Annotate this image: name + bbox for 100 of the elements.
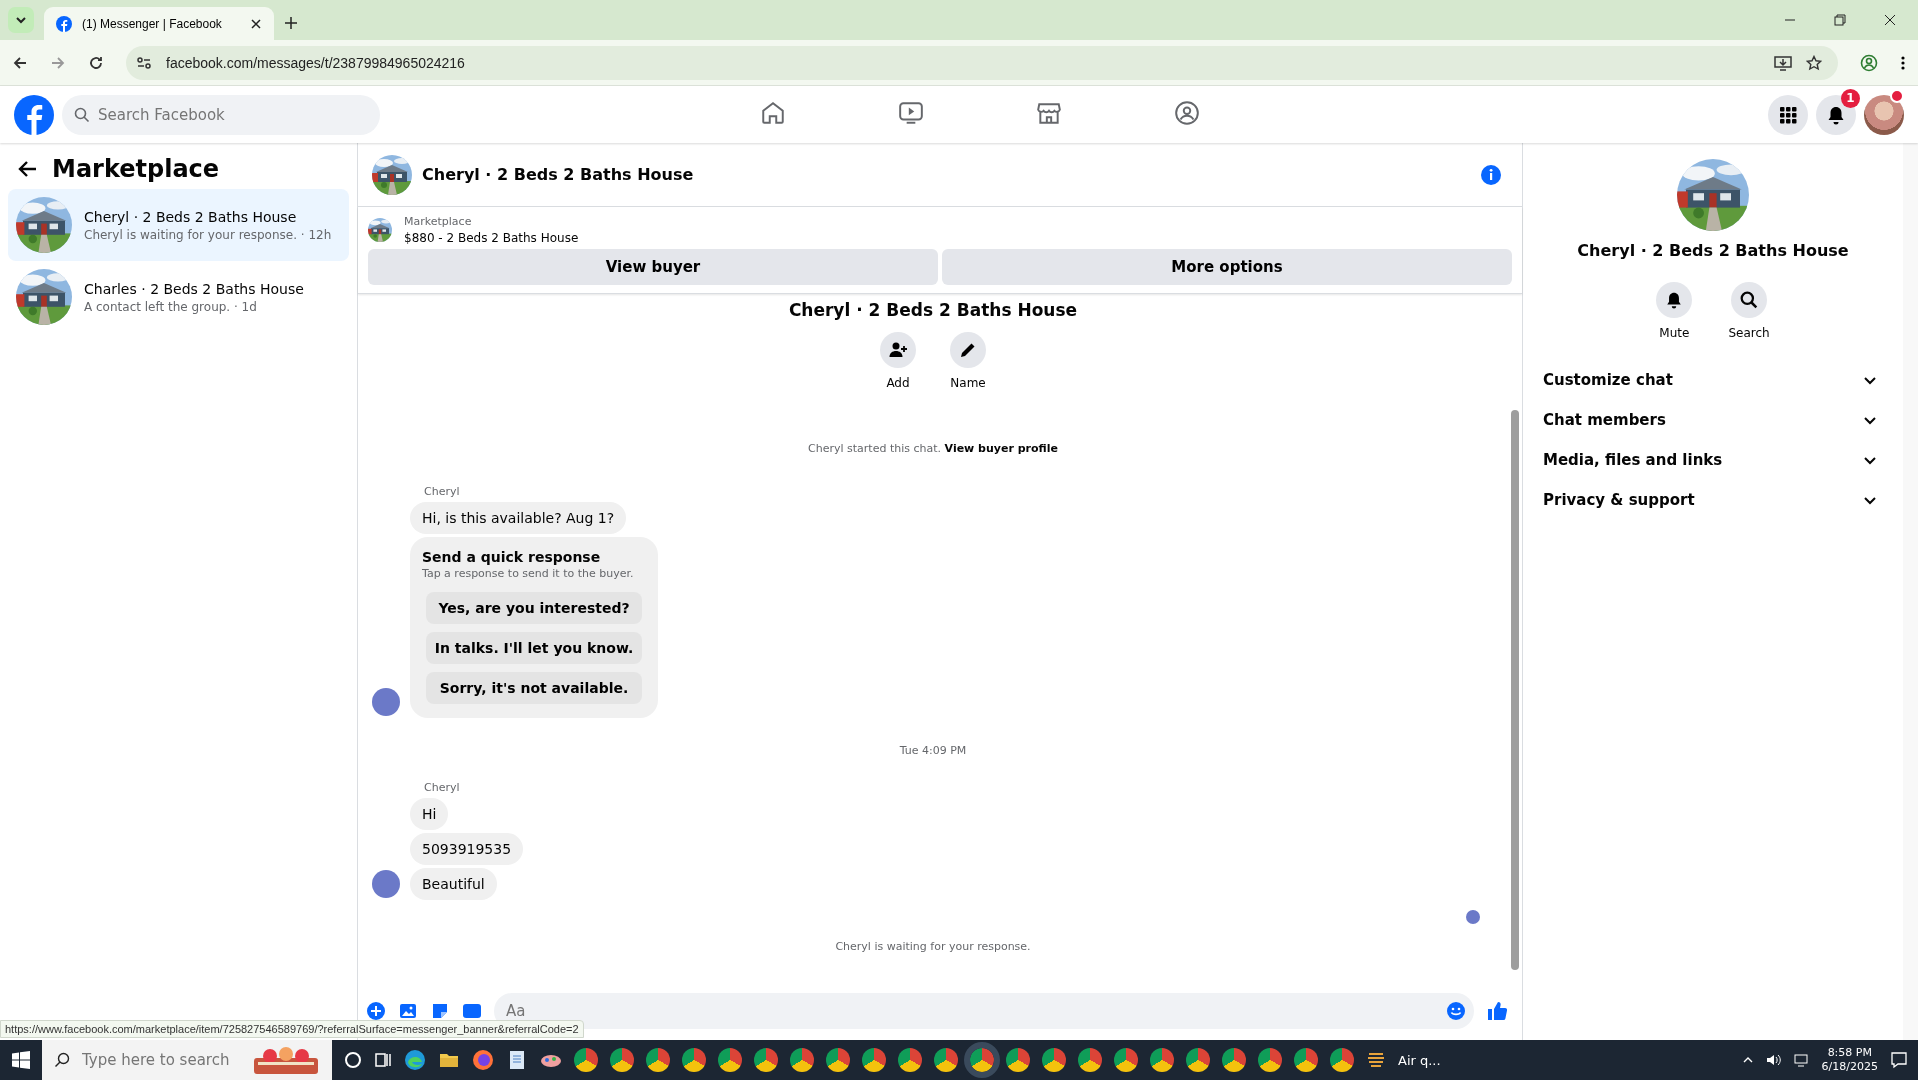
chrome-icon[interactable] <box>754 1048 778 1072</box>
chrome-icon[interactable] <box>1078 1048 1102 1072</box>
info-section[interactable]: Media, files and links <box>1539 440 1887 480</box>
account-avatar[interactable] <box>1864 94 1904 135</box>
quick-response-button[interactable]: In talks. I'll let you know. <box>426 632 642 664</box>
menu-button[interactable] <box>1768 94 1808 135</box>
sticker-icon[interactable] <box>430 1001 450 1021</box>
facebook-icon <box>56 15 72 32</box>
info-icon[interactable] <box>1480 163 1502 186</box>
store-icon <box>1036 100 1062 126</box>
bell-icon <box>1665 291 1684 309</box>
quick-response-button[interactable]: Yes, are you interested? <box>426 592 642 624</box>
install-icon[interactable] <box>1774 54 1792 71</box>
tab-search-button[interactable] <box>8 7 34 33</box>
speaker-icon[interactable] <box>1765 1052 1782 1068</box>
chrome-icon[interactable] <box>898 1048 922 1072</box>
seen-avatar <box>1466 910 1480 924</box>
sender-avatar <box>372 688 400 716</box>
weather-text[interactable]: Air q... <box>1398 1052 1441 1068</box>
chrome-icon[interactable] <box>1186 1048 1210 1072</box>
sender-name: Cheryl <box>424 485 461 498</box>
plus-icon[interactable] <box>366 1001 386 1021</box>
reload-icon[interactable] <box>88 54 104 71</box>
chrome-icon[interactable] <box>1114 1048 1138 1072</box>
cortana-icon[interactable] <box>344 1051 362 1069</box>
banner-button[interactable]: More options <box>942 249 1512 285</box>
weather-icon[interactable] <box>1366 1050 1386 1070</box>
browser-tab[interactable]: (1) Messenger | Facebook <box>44 7 274 40</box>
search-field[interactable]: Search Facebook <box>62 94 380 135</box>
message-bubble: Hi, is this available? Aug 1? <box>410 502 627 534</box>
firefox-icon[interactable] <box>472 1049 494 1071</box>
chrome-icon[interactable] <box>682 1048 706 1072</box>
chat-started-note: Cheryl started this chat. View buyer profile <box>808 442 1058 455</box>
chat-title: Cheryl · 2 Beds 2 Baths House <box>422 165 694 184</box>
chrome-icon[interactable] <box>790 1048 814 1072</box>
info-section[interactable]: Chat members <box>1539 400 1887 440</box>
chrome-icon[interactable] <box>718 1048 742 1072</box>
chrome-icon[interactable] <box>1330 1048 1354 1072</box>
close-icon[interactable] <box>250 17 262 30</box>
pencil-icon <box>959 341 977 359</box>
chat-intro-title: Cheryl · 2 Beds 2 Baths House <box>788 300 1078 320</box>
chrome-icon[interactable] <box>574 1048 598 1072</box>
message-bubble: Hi <box>410 798 449 830</box>
site-settings-icon[interactable] <box>136 54 152 71</box>
quick-response-button[interactable]: Sorry, it's not available. <box>426 672 642 704</box>
conversation-name: Charles · 2 Beds 2 Baths House <box>84 280 304 297</box>
emoji-icon[interactable] <box>1446 1001 1466 1021</box>
chrome-icon[interactable] <box>1042 1048 1066 1072</box>
info-section[interactable]: Customize chat <box>1539 360 1887 400</box>
chrome-icon[interactable] <box>1258 1048 1282 1072</box>
bell-icon <box>1826 104 1846 125</box>
info-section[interactable]: Privacy & support <box>1539 480 1887 520</box>
conversation-item[interactable]: Cheryl · 2 Beds 2 Baths House Cheryl is waiting for your response. · 12h <box>8 189 349 261</box>
conversation-preview: A contact left the group. · 1d <box>84 299 258 314</box>
edge-icon[interactable] <box>404 1049 426 1071</box>
status-dot <box>1890 88 1904 103</box>
address-bar[interactable]: facebook.com/messages/t/23879984965024216 <box>126 45 1838 80</box>
quick-response-hint: Tap a response to send it to the buyer. <box>422 567 635 580</box>
add-person-icon <box>889 341 907 359</box>
video-icon <box>898 100 924 126</box>
quick-response-title: Send a quick response <box>422 549 602 565</box>
conversation-item[interactable]: Charles · 2 Beds 2 Baths House A contact left the group. · 1d <box>8 261 349 333</box>
chrome-icon[interactable] <box>1294 1048 1318 1072</box>
conversation-preview: Cheryl is waiting for your response. · 12h <box>84 227 332 242</box>
thumbs-up-icon[interactable] <box>1486 1000 1508 1022</box>
profile-icon[interactable] <box>1860 53 1878 72</box>
network-icon[interactable] <box>1793 1052 1810 1068</box>
clock[interactable]: 8:58 PM 6/18/2025 <box>1821 1045 1878 1075</box>
task-view-icon[interactable] <box>374 1051 392 1069</box>
status-url: https://www.facebook.com/marketplace/item/725827546589769/?referralSurface=messenger_banner&referralCode=2 <box>0 1020 584 1038</box>
chrome-icon[interactable] <box>1222 1048 1246 1072</box>
banner-button[interactable]: View buyer <box>368 249 938 285</box>
star-icon[interactable] <box>1806 54 1822 71</box>
back-icon[interactable] <box>18 159 38 179</box>
forward-icon[interactable] <box>50 54 66 71</box>
chrome-icon[interactable] <box>862 1048 886 1072</box>
chrome-icon[interactable] <box>1150 1048 1174 1072</box>
new-tab-icon[interactable] <box>284 16 298 30</box>
groups-icon <box>1174 100 1200 126</box>
windows-icon[interactable] <box>12 1051 30 1069</box>
restore-icon[interactable] <box>1834 14 1846 26</box>
view-buyer-profile-link[interactable]: View buyer profile <box>944 442 1058 455</box>
menu-icon[interactable] <box>1900 54 1906 71</box>
image-icon[interactable] <box>398 1001 418 1021</box>
back-icon[interactable] <box>12 54 28 71</box>
facebook-logo[interactable] <box>14 94 54 135</box>
grid-icon <box>1778 104 1798 125</box>
notification-center-icon[interactable] <box>1890 1051 1908 1069</box>
conversation-name: Cheryl · 2 Beds 2 Baths House <box>84 208 298 225</box>
message-bubble: 5093919535 <box>410 833 524 865</box>
notifications-button[interactable] <box>1816 94 1856 135</box>
chrome-icon[interactable] <box>610 1048 634 1072</box>
search-icon <box>1740 291 1758 309</box>
listing-title: $880 - 2 Beds 2 Baths House <box>404 231 579 245</box>
close-icon[interactable] <box>1884 14 1896 26</box>
chrome-icon[interactable] <box>934 1048 958 1072</box>
search-icon <box>74 106 90 123</box>
chrome-icon[interactable] <box>1006 1048 1030 1072</box>
chrome-icon[interactable] <box>646 1048 670 1072</box>
chrome-icon[interactable] <box>826 1048 850 1072</box>
